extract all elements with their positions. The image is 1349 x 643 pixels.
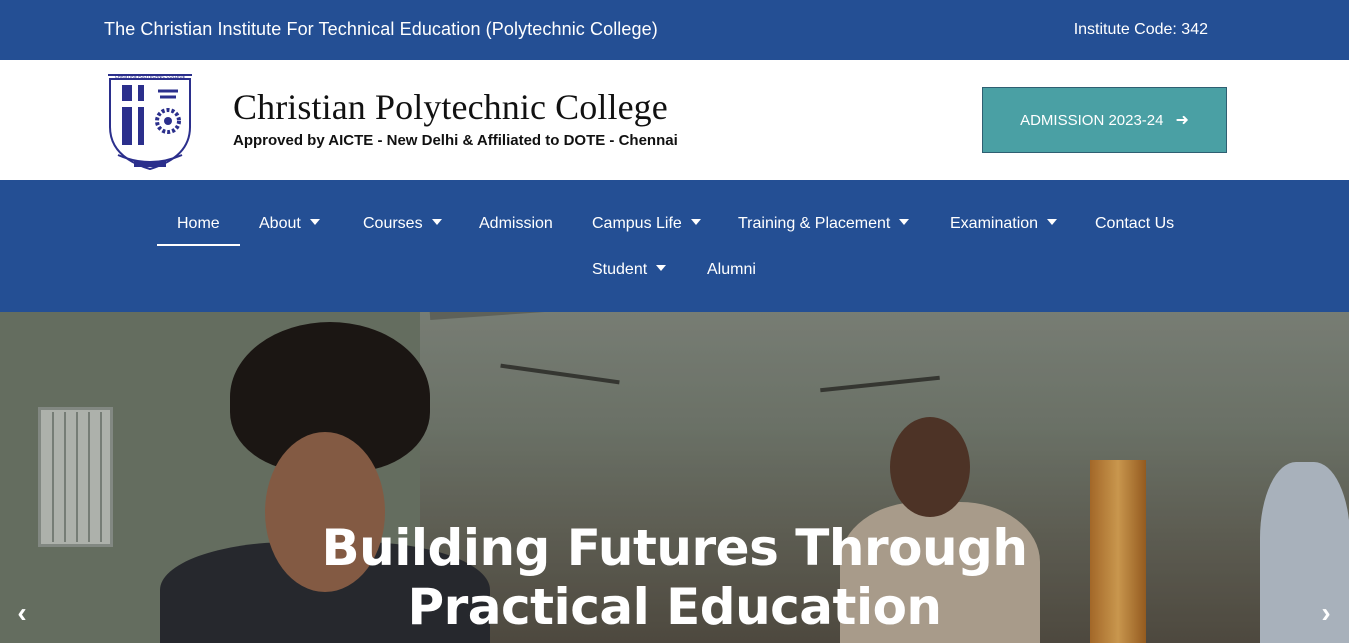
top-bar: The Christian Institute For Technical Ed… bbox=[0, 0, 1349, 60]
nav-item-label: Examination bbox=[950, 215, 1039, 232]
nav-item-label: Contact Us bbox=[1095, 215, 1175, 232]
nav-item-label: Home bbox=[177, 215, 220, 232]
hero-heading-line-2: Practical Education bbox=[407, 578, 942, 636]
nav-item-examination[interactable]: Examination bbox=[950, 215, 1058, 233]
admission-button[interactable]: ADMISSION 2023-24 ➜ bbox=[982, 87, 1227, 153]
caret-down-icon bbox=[656, 264, 667, 271]
nav-item-about[interactable]: About bbox=[259, 215, 320, 233]
chevron-left-icon[interactable]: ‹ bbox=[10, 598, 34, 628]
chevron-right-icon[interactable]: › bbox=[1314, 598, 1338, 628]
hero-heading-line-1: Building Futures Through bbox=[321, 519, 1028, 577]
college-title: Christian Polytechnic College bbox=[233, 87, 668, 127]
admission-button-label: ADMISSION 2023-24 bbox=[1020, 111, 1164, 129]
main-navigation: Home About Courses Admission Campus Life… bbox=[0, 180, 1349, 312]
nav-item-label: Courses bbox=[363, 215, 423, 232]
nav-item-training-placement[interactable]: Training & Placement bbox=[738, 215, 910, 233]
nav-item-label: Campus Life bbox=[592, 215, 682, 232]
institute-code: Institute Code: 342 bbox=[1073, 21, 1208, 38]
nav-item-home[interactable]: Home bbox=[157, 215, 240, 246]
nav-item-admission[interactable]: Admission bbox=[479, 215, 553, 233]
college-affiliation: Approved by AICTE - New Delhi & Affiliat… bbox=[233, 132, 678, 149]
nav-item-alumni[interactable]: Alumni bbox=[707, 261, 756, 279]
svg-text:CHRISTIAN POLYTECHNIC COLLEGE: CHRISTIAN POLYTECHNIC COLLEGE bbox=[115, 74, 186, 79]
caret-down-icon bbox=[431, 218, 442, 225]
institute-name: The Christian Institute For Technical Ed… bbox=[104, 19, 658, 39]
caret-down-icon bbox=[309, 218, 320, 225]
nav-item-courses[interactable]: Courses bbox=[363, 215, 442, 233]
nav-item-label: Student bbox=[592, 261, 648, 278]
nav-item-student[interactable]: Student bbox=[592, 261, 667, 279]
site-header: CHRISTIAN POLYTECHNIC COLLEGE Christian … bbox=[0, 60, 1349, 180]
arrow-right-icon: ➜ bbox=[1175, 112, 1189, 129]
nav-item-label: Admission bbox=[479, 215, 553, 232]
caret-down-icon bbox=[690, 218, 701, 225]
nav-item-label: About bbox=[259, 215, 301, 232]
hero-heading: Building Futures Through Practical Educa… bbox=[0, 519, 1349, 637]
nav-item-label: Training & Placement bbox=[738, 215, 891, 232]
nav-item-contact-us[interactable]: Contact Us bbox=[1095, 215, 1174, 233]
college-crest-logo[interactable]: CHRISTIAN POLYTECHNIC COLLEGE bbox=[104, 69, 196, 171]
caret-down-icon bbox=[899, 218, 910, 225]
nav-item-campus-life[interactable]: Campus Life bbox=[592, 215, 701, 233]
nav-item-label: Alumni bbox=[707, 261, 756, 278]
caret-down-icon bbox=[1047, 218, 1058, 225]
hero-slider: Building Futures Through Practical Educa… bbox=[0, 312, 1349, 643]
